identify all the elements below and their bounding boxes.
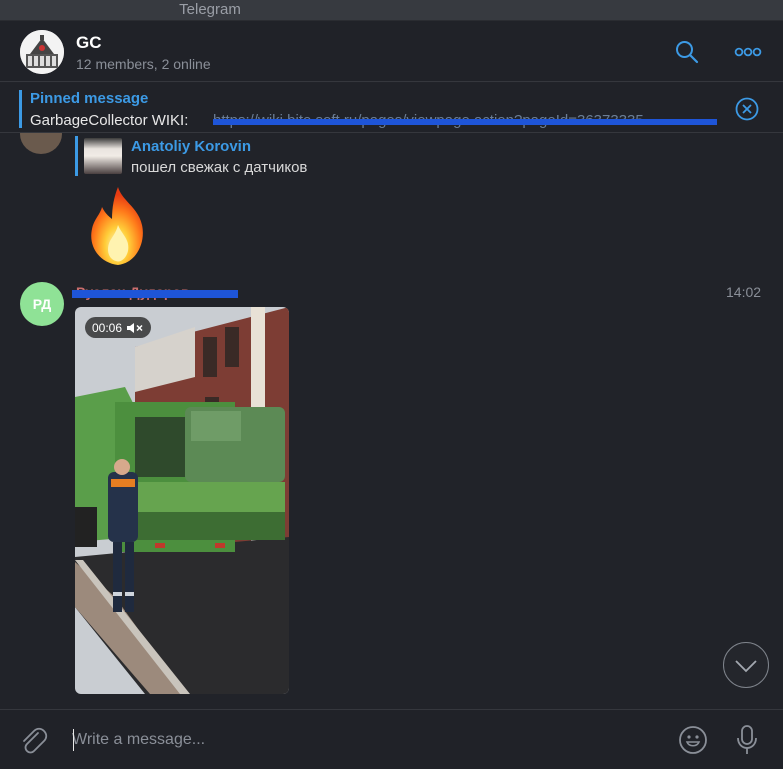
pinned-text: GarbageCollector WIKI:: [30, 112, 189, 129]
chat-member-count: 12 members, 2 online: [76, 56, 211, 72]
reply-quote[interactable]: Anatoliy Korovin пошел свежак с датчиков: [75, 136, 395, 176]
pinned-accent-bar: [19, 90, 22, 128]
close-circle-icon: [735, 97, 759, 121]
sender-name-redaction: [72, 290, 238, 298]
window-title: Telegram: [179, 1, 241, 18]
sender-avatar[interactable]: РД: [20, 282, 64, 326]
message-input[interactable]: [72, 727, 652, 753]
muted-speaker-icon: [127, 322, 143, 333]
chevron-down-icon: [735, 660, 757, 673]
microphone-icon: [737, 725, 757, 754]
pinned-label: Pinned message: [30, 90, 149, 107]
more-options-button[interactable]: [734, 39, 762, 65]
message-composer: [0, 709, 783, 769]
pinned-link-redaction: [213, 119, 717, 125]
group-avatar-image: [20, 30, 64, 74]
search-icon: [676, 41, 699, 64]
group-avatar[interactable]: [20, 30, 64, 74]
reply-thumbnail: [84, 138, 122, 174]
reply-author: Anatoliy Korovin: [131, 138, 252, 155]
pinned-message-bar[interactable]: Pinned message GarbageCollector WIKI: ht…: [0, 83, 783, 133]
fire-icon: [91, 187, 143, 265]
search-button[interactable]: [674, 39, 700, 65]
attach-button[interactable]: [18, 725, 48, 755]
video-duration: 00:06: [92, 320, 123, 335]
paperclip-icon: [23, 727, 48, 754]
video-message[interactable]: 00:06: [75, 307, 289, 694]
emoji-button[interactable]: [678, 725, 708, 755]
video-thumbnail: [75, 307, 289, 694]
chat-title[interactable]: GC: [76, 33, 102, 53]
reply-accent-bar: [75, 136, 78, 176]
video-duration-badge[interactable]: 00:06: [85, 317, 152, 338]
reply-text: пошел свежак с датчиков: [131, 159, 308, 176]
unpin-button[interactable]: [735, 97, 759, 121]
text-caret: [73, 729, 74, 751]
more-icon: [734, 47, 762, 57]
smiley-icon: [679, 726, 707, 754]
voice-message-button[interactable]: [735, 724, 759, 756]
scroll-to-bottom-button[interactable]: [723, 642, 769, 688]
window-titlebar: Telegram: [0, 0, 783, 21]
fire-emoji[interactable]: [82, 185, 154, 267]
message-time: 14:02: [726, 284, 762, 300]
chat-header: GC 12 members, 2 online: [0, 21, 783, 82]
